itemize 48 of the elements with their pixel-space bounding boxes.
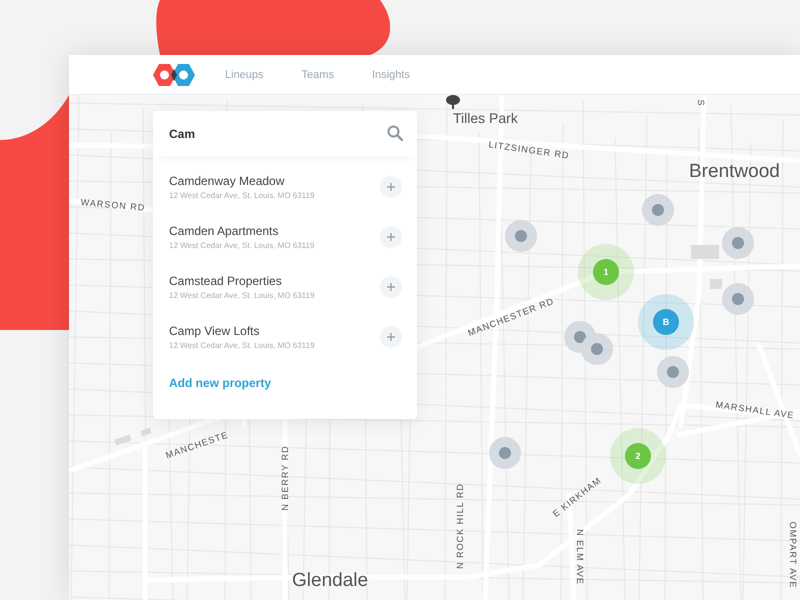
- add-property-link[interactable]: Add new property: [169, 376, 272, 390]
- marker-dot: 1: [593, 259, 619, 285]
- map-cluster-marker[interactable]: 2: [610, 428, 666, 484]
- property-address: 12 West Cedar Ave, St. Louis, MO 63119: [169, 191, 316, 200]
- property-address: 12 West Cedar Ave, St. Louis, MO 63119: [169, 291, 316, 300]
- place-label: Brentwood: [689, 161, 780, 183]
- street-label: OMPART AVE: [788, 522, 798, 588]
- street-label: MARSHALL AVE: [714, 400, 796, 420]
- street-label: S: [696, 100, 706, 106]
- plus-icon: [387, 333, 395, 341]
- add-button[interactable]: [380, 226, 402, 248]
- map-pin-marker[interactable]: [722, 283, 754, 315]
- search-icon: [387, 125, 403, 141]
- add-button[interactable]: [380, 326, 402, 348]
- place-label: Glendale: [292, 570, 368, 592]
- plus-icon: [387, 233, 395, 241]
- map-pin-marker[interactable]: [505, 220, 537, 252]
- street-label: N BERRY RD: [280, 445, 290, 511]
- street-label: N ROCK HILL RD: [455, 483, 465, 569]
- nav-link[interactable]: Insights: [372, 68, 410, 80]
- property-address: 12 West Cedar Ave, St. Louis, MO 63119: [169, 341, 316, 350]
- property-name[interactable]: Camp View Lofts: [169, 324, 380, 338]
- street-label: WARSON RD: [80, 197, 146, 213]
- nav-link[interactable]: Lineups: [225, 68, 264, 80]
- plus-icon: [387, 283, 395, 291]
- street-label: N ELM AVE: [575, 529, 585, 585]
- park-label: Tilles Park: [453, 110, 518, 126]
- map-pin-marker[interactable]: [489, 437, 521, 469]
- street-label: LITZSINGER RD: [488, 139, 570, 161]
- property-address: 12 West Cedar Ave, St. Louis, MO 63119: [169, 241, 316, 250]
- marker-dot: 2: [625, 443, 651, 469]
- plus-icon: [387, 183, 395, 191]
- tree-icon: [445, 95, 461, 109]
- map-pin-marker[interactable]: [722, 227, 754, 259]
- logo-icon: [153, 64, 195, 86]
- property-name[interactable]: Camstead Properties: [169, 274, 380, 288]
- map-cluster-marker[interactable]: 1: [578, 244, 634, 300]
- nav-link[interactable]: Teams: [302, 68, 334, 80]
- property-name[interactable]: Camden Apartments: [169, 224, 380, 238]
- map-pin-marker[interactable]: [581, 333, 613, 365]
- map-cluster-marker[interactable]: B: [638, 294, 694, 350]
- marker-dot: B: [653, 309, 679, 335]
- search-field[interactable]: Cam: [153, 111, 417, 156]
- map-pin-marker[interactable]: [657, 356, 689, 388]
- add-button[interactable]: [380, 276, 402, 298]
- add-button[interactable]: [380, 176, 402, 198]
- map-pin-marker[interactable]: [642, 194, 674, 226]
- property-name[interactable]: Camdenway Meadow: [169, 174, 380, 188]
